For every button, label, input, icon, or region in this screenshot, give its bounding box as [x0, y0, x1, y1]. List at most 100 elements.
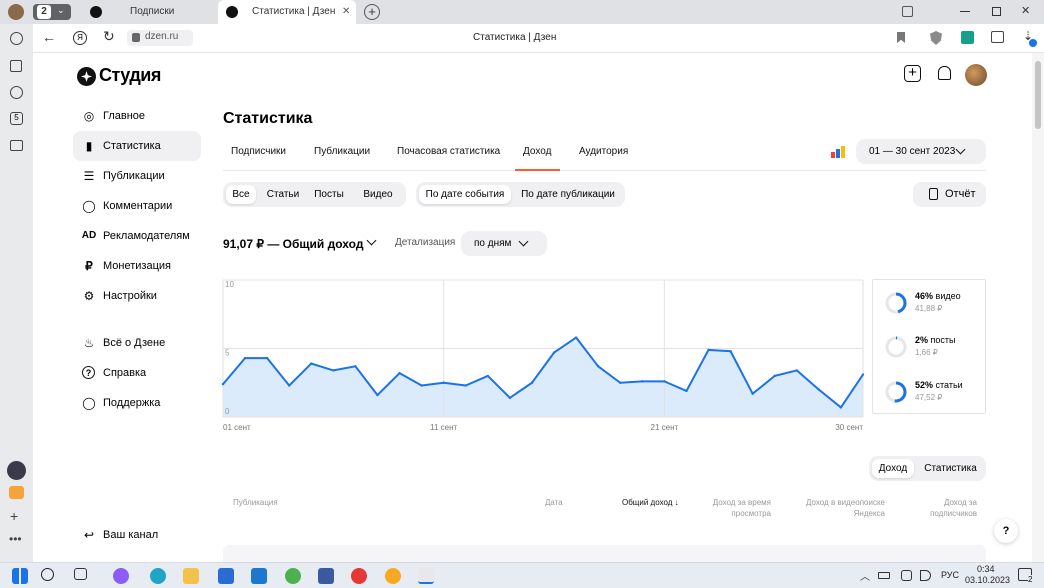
- media-icon[interactable]: [10, 140, 23, 151]
- tab-4[interactable]: Аудитория: [579, 145, 628, 159]
- sidebar-item-6[interactable]: ⚙ Настройки: [73, 281, 201, 311]
- sidebar-item-3[interactable]: ◯ Комментарии: [73, 191, 201, 221]
- create-button[interactable]: +: [904, 65, 921, 82]
- tab-subscriptions[interactable]: Подписки: [82, 0, 212, 24]
- col-total-income[interactable]: Общий доход ↓: [622, 497, 679, 508]
- col-income-watch[interactable]: Доход за время просмотра: [701, 497, 771, 519]
- comment-icon: ◯: [82, 199, 96, 213]
- filter-by-event-date[interactable]: По дате события: [419, 185, 511, 204]
- tray-chevron-icon[interactable]: ︿: [860, 568, 870, 583]
- tab-1[interactable]: Публикации: [314, 145, 370, 159]
- mail-app-icon[interactable]: [9, 486, 24, 499]
- add-icon[interactable]: +: [10, 508, 18, 524]
- tab-manager-icon[interactable]: [902, 6, 913, 17]
- data-point: [663, 380, 666, 383]
- detail-value: по дням: [474, 238, 512, 249]
- profile-avatar[interactable]: [8, 4, 24, 20]
- sidebar-item-label: Всё о Дзене: [103, 337, 166, 349]
- url-pill[interactable]: dzen.ru: [127, 30, 193, 46]
- browser-app-icon[interactable]: [385, 568, 401, 584]
- data-point: [839, 406, 843, 409]
- yandex-browser-icon[interactable]: [418, 568, 434, 584]
- filter-video[interactable]: Видео: [353, 185, 403, 204]
- income-chart: 10 5 0 01 сент 11 сент 21 сент 30 сент: [221, 279, 865, 432]
- bookmark-icon[interactable]: [897, 32, 905, 43]
- play-icon[interactable]: [10, 86, 23, 99]
- sidebar-item-5[interactable]: ₽ Монетизация: [73, 251, 201, 281]
- volume-icon[interactable]: [920, 570, 931, 581]
- lock-icon: [132, 33, 140, 42]
- more-icon[interactable]: •••: [9, 532, 22, 546]
- explorer-icon[interactable]: [183, 568, 199, 584]
- filter-by-publish-date[interactable]: По дате публикации: [514, 185, 622, 204]
- yandex-app-icon[interactable]: [351, 568, 367, 584]
- date-range-select[interactable]: 01 — 30 сент 2023: [856, 139, 986, 164]
- sidebar-item-0[interactable]: ◎ Главное: [73, 101, 201, 131]
- sidebar-item-8[interactable]: ? Справка: [73, 358, 201, 388]
- mode-statistics[interactable]: Статистика: [918, 459, 983, 478]
- page-scrollbar[interactable]: [1032, 53, 1044, 562]
- col-income-subs[interactable]: Доход за подписчиков: [905, 497, 977, 519]
- edge-icon[interactable]: [150, 568, 166, 584]
- sidebar-item-7[interactable]: ♨ Всё о Дзене: [73, 328, 201, 358]
- clock-date[interactable]: 03.10.2023: [965, 575, 1010, 585]
- col-date[interactable]: Дата: [545, 497, 563, 508]
- windows-start-icon[interactable]: [12, 568, 28, 584]
- back-icon[interactable]: ←: [42, 29, 56, 45]
- yandex-icon[interactable]: Я: [73, 31, 87, 45]
- minimize-icon[interactable]: [960, 11, 970, 12]
- task-view-icon[interactable]: [74, 568, 87, 580]
- col-publication[interactable]: Публикация: [233, 497, 278, 508]
- messages-icon[interactable]: [991, 31, 1004, 43]
- app-icon[interactable]: [318, 568, 334, 584]
- history-icon[interactable]: [10, 32, 23, 45]
- mail-icon[interactable]: [251, 568, 267, 584]
- sidebar-item-1[interactable]: ▮ Статистика: [73, 131, 201, 161]
- chevron-down-icon: ⌄: [57, 5, 65, 15]
- torrent-icon[interactable]: [285, 568, 301, 584]
- help-button[interactable]: ?: [994, 519, 1018, 543]
- data-point: [376, 393, 379, 397]
- extension-icon[interactable]: [961, 31, 974, 44]
- breakdown-line: 2% посты: [915, 335, 956, 345]
- mode-income[interactable]: Доход: [872, 459, 914, 478]
- filter-articles[interactable]: Статьи: [260, 185, 306, 204]
- tab-0[interactable]: Подписчики: [231, 145, 286, 159]
- total-income[interactable]: 91,07 ₽ — Общий доход: [223, 235, 377, 251]
- filter-all[interactable]: Все: [226, 185, 256, 204]
- dzen-icon: [226, 6, 238, 18]
- close-window-icon[interactable]: ✕: [1021, 4, 1030, 17]
- tab-3[interactable]: Доход: [523, 145, 551, 159]
- close-icon[interactable]: ✕: [342, 0, 350, 24]
- restore-icon[interactable]: [992, 7, 1001, 16]
- alice-taskbar-icon[interactable]: [113, 568, 129, 584]
- your-channel-link[interactable]: ↩ Ваш канал: [73, 520, 201, 550]
- battery-icon[interactable]: [878, 572, 890, 579]
- search-icon[interactable]: [41, 568, 54, 581]
- sidebar-item-9[interactable]: ◯ Поддержка: [73, 388, 201, 418]
- bell-icon[interactable]: [938, 66, 951, 80]
- tab-counter[interactable]: 2 ⌄: [33, 4, 71, 20]
- shield-icon[interactable]: [930, 31, 942, 45]
- five-icon[interactable]: 5: [10, 112, 23, 125]
- new-tab-button[interactable]: +: [364, 4, 380, 20]
- alice-icon[interactable]: [7, 461, 26, 480]
- store-icon[interactable]: [218, 568, 234, 584]
- sidebar-item-2[interactable]: ☰ Публикации: [73, 161, 201, 191]
- collections-icon[interactable]: [10, 60, 22, 72]
- tab-2[interactable]: Почасовая статистика: [397, 145, 500, 159]
- report-button[interactable]: Отчёт: [913, 182, 986, 207]
- reload-icon[interactable]: ↻: [103, 28, 115, 45]
- sidebar-item-4[interactable]: AD Рекламодателям: [73, 221, 201, 251]
- detail-select[interactable]: по дням: [461, 231, 547, 256]
- network-icon[interactable]: [901, 570, 912, 581]
- language-indicator[interactable]: РУС: [941, 570, 959, 580]
- total-income-label: 91,07 ₽ — Общий доход: [223, 237, 364, 251]
- user-avatar[interactable]: [965, 64, 987, 86]
- col-income-search[interactable]: Доход в видеопоиске Яндекса: [785, 497, 885, 519]
- clock-time[interactable]: 0:34: [977, 564, 995, 574]
- data-point: [464, 384, 467, 387]
- filter-posts[interactable]: Посты: [308, 185, 350, 204]
- tab-statistics[interactable]: Статистика | Дзен ✕: [218, 0, 356, 24]
- scrollbar-thumb[interactable]: [1035, 61, 1041, 129]
